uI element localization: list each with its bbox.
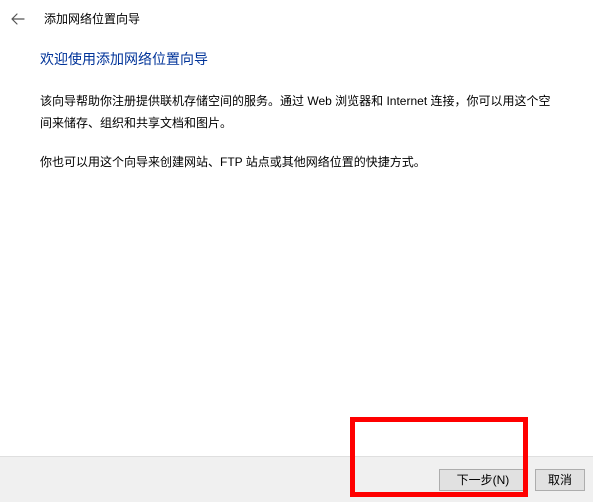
cancel-button[interactable]: 取消 [535, 469, 585, 491]
description-paragraph-1: 该向导帮助你注册提供联机存储空间的服务。通过 Web 浏览器和 Internet… [40, 91, 553, 134]
description-paragraph-2: 你也可以用这个向导来创建网站、FTP 站点或其他网络位置的快捷方式。 [40, 152, 553, 174]
next-button[interactable]: 下一步(N) [439, 469, 527, 491]
back-arrow-icon[interactable] [10, 11, 26, 27]
wizard-header: 添加网络位置向导 [0, 0, 593, 31]
header-title: 添加网络位置向导 [44, 10, 140, 27]
wizard-footer: 下一步(N) 取消 [0, 456, 593, 502]
wizard-content: 欢迎使用添加网络位置向导 该向导帮助你注册提供联机存储空间的服务。通过 Web … [0, 31, 593, 174]
welcome-title: 欢迎使用添加网络位置向导 [40, 49, 553, 69]
